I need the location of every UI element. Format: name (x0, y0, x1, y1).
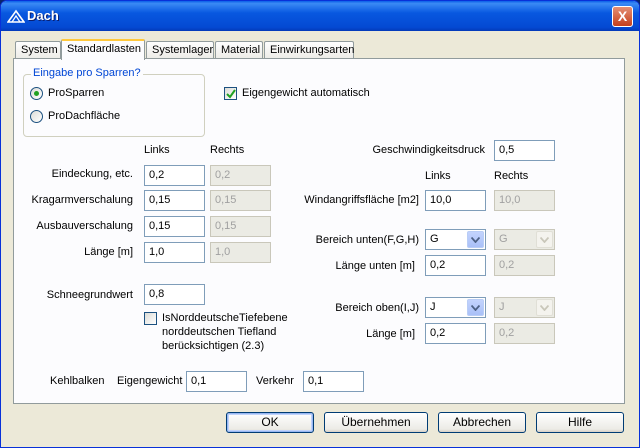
tab-systemlager[interactable]: Systemlager (146, 41, 214, 59)
bereich-unten-links-value: G (430, 233, 439, 245)
eigengewicht-label[interactable]: Eigengewicht automatisch (242, 87, 370, 99)
uebernehmen-button[interactable]: Übernehmen (324, 412, 428, 433)
kehl-eigengewicht-input[interactable]: 0,1 (186, 371, 247, 392)
eindeckung-rechts-input: 0,2 (210, 165, 271, 186)
laenge-rechts-input: 1,0 (210, 242, 271, 263)
kragarm-label: Kragarmverschalung (31, 194, 134, 206)
geschw-label: Geschwindigkeitsdruck (372, 144, 486, 156)
kehl-verkehr-input[interactable]: 0,1 (303, 371, 364, 392)
right-header-rechts: Rechts (494, 170, 529, 182)
ausbau-rechts-input: 0,15 (210, 216, 271, 237)
window-title: Dach (27, 8, 59, 23)
checkmark-icon (226, 89, 236, 99)
radio-prodachflaeche[interactable] (30, 110, 43, 123)
tab-material[interactable]: Material (215, 41, 263, 59)
kehlbalken-label: Kehlbalken (50, 375, 105, 387)
ausbau-label: Ausbauverschalung (36, 220, 133, 232)
bereich-unten-label: Bereich unten(F,G,H) (315, 234, 419, 246)
eigengewicht-checkbox[interactable] (224, 87, 237, 100)
bereich-oben-rechts-select: J (494, 297, 555, 318)
radio-prosparren-label[interactable]: ProSparren (48, 87, 104, 99)
left-header-rechts: Rechts (210, 144, 245, 156)
wind-label: Windangriffsfläche [m2] (304, 194, 419, 206)
bereich-unten-links-select[interactable]: G (425, 229, 486, 250)
bereich-oben-links-select[interactable]: J (425, 297, 486, 318)
laenge-oben-label: Länge [m] (366, 328, 415, 340)
sparren-groupbox (23, 74, 205, 137)
left-header-links: Links (144, 144, 170, 156)
right-header-links: Links (425, 170, 451, 182)
chevron-down-icon[interactable] (467, 231, 484, 248)
chevron-down-icon[interactable] (467, 299, 484, 316)
radio-prosparren[interactable] (30, 87, 43, 100)
tiefebene-label-2: norddeutschen Tiefland (162, 326, 277, 338)
eindeckung-links-input[interactable]: 0,2 (144, 165, 205, 186)
tab-standardlasten[interactable]: Standardlasten (61, 39, 145, 60)
title-bar[interactable]: Dach X (1, 1, 639, 31)
radio-prodachflaeche-label[interactable]: ProDachfläche (48, 110, 120, 122)
laenge-label: Länge [m] (84, 246, 133, 258)
kehl-verkehr-label: Verkehr (256, 375, 294, 387)
wind-rechts-input: 10,0 (494, 190, 555, 211)
kragarm-links-input[interactable]: 0,15 (144, 190, 205, 211)
wind-links-input[interactable]: 10,0 (425, 190, 486, 211)
kragarm-rechts-input: 0,15 (210, 190, 271, 211)
bereich-unten-rechts-select: G (494, 229, 555, 250)
bereich-oben-rechts-value: J (499, 301, 505, 313)
hilfe-button[interactable]: Hilfe (536, 412, 624, 433)
kehl-eigengewicht-label: Eigengewicht (117, 375, 183, 387)
abbrechen-button[interactable]: Abbrechen (438, 412, 526, 433)
schnee-label: Schneegrundwert (46, 289, 133, 301)
tiefebene-checkbox[interactable] (144, 312, 157, 325)
tiefebene-label-1[interactable]: IsNorddeutscheTiefebene (162, 312, 288, 324)
schnee-input[interactable]: 0,8 (144, 284, 205, 305)
tab-einwirkungsarten[interactable]: Einwirkungsarten (264, 41, 354, 59)
close-icon: X (617, 8, 628, 24)
ausbau-links-input[interactable]: 0,15 (144, 216, 205, 237)
laenge-unten-label: Länge unten [m] (335, 260, 415, 272)
close-button[interactable]: X (612, 6, 633, 27)
tab-system[interactable]: System (15, 41, 61, 59)
laenge-links-input[interactable]: 1,0 (144, 242, 205, 263)
ok-button[interactable]: OK (226, 412, 314, 433)
laenge-oben-links-input[interactable]: 0,2 (425, 323, 486, 344)
laenge-unten-rechts-input: 0,2 (494, 255, 555, 276)
bereich-oben-links-value: J (430, 301, 436, 313)
geschw-input[interactable]: 0,5 (494, 140, 555, 161)
bereich-oben-label: Bereich oben(I,J) (335, 302, 419, 314)
dialog-window: Dach X System Standardlasten Systemlager… (0, 0, 640, 448)
tiefebene-label-3: berücksichtigen (2.3) (162, 340, 265, 352)
roof-icon (6, 8, 26, 24)
chevron-down-icon (536, 299, 553, 316)
laenge-unten-links-input[interactable]: 0,2 (425, 255, 486, 276)
chevron-down-icon (536, 231, 553, 248)
bereich-unten-rechts-value: G (499, 233, 508, 245)
laenge-oben-rechts-input: 0,2 (494, 323, 555, 344)
sparren-group-legend: Eingabe pro Sparren? (31, 67, 143, 79)
eindeckung-label: Eindeckung, etc. (51, 168, 133, 180)
